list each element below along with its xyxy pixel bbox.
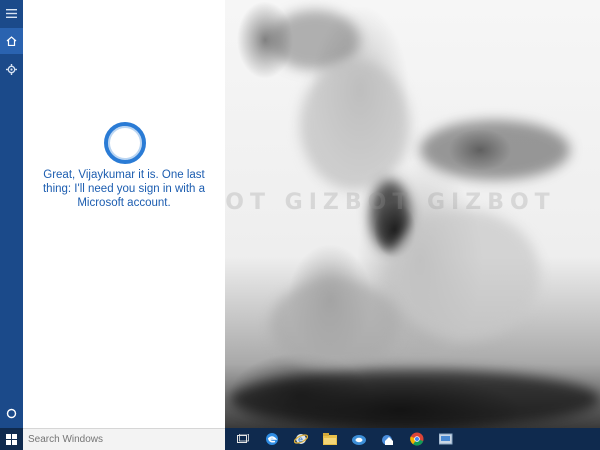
taskbar-search-box[interactable]: [23, 428, 225, 450]
taskbar-pinned-apps: e: [231, 428, 463, 450]
smoke-shape: [270, 280, 400, 370]
file-explorer-icon: [323, 433, 337, 445]
smoke-shape: [230, 370, 600, 428]
internet-explorer-button[interactable]: e: [289, 428, 313, 450]
start-button[interactable]: [0, 428, 23, 450]
cortana-button[interactable]: [0, 400, 23, 426]
settings-button[interactable]: [0, 56, 23, 82]
task-view-icon: [237, 434, 249, 443]
svg-text:e: e: [298, 435, 303, 444]
smoke-shape: [300, 60, 410, 190]
cortana-side-rail: [0, 0, 23, 428]
store-icon: [352, 435, 366, 445]
cortana-panel: Great, Vijaykumar it is. One last thing:…: [23, 0, 225, 428]
edge-button[interactable]: [260, 428, 284, 450]
smoke-shape: [390, 210, 540, 340]
smoke-shape: [420, 120, 570, 180]
mail-button[interactable]: [376, 428, 400, 450]
task-view-button[interactable]: [231, 428, 255, 450]
app-button[interactable]: [434, 428, 458, 450]
settings-gear-icon: [6, 63, 17, 75]
home-button[interactable]: [0, 28, 23, 54]
cortana-circle-icon: [6, 408, 17, 418]
edge-icon: [266, 433, 278, 445]
cortana-message: Great, Vijaykumar it is. One last thing:…: [42, 169, 206, 209]
mail-icon: [381, 434, 393, 445]
internet-explorer-icon: e: [294, 434, 308, 444]
hamburger-menu-button[interactable]: [0, 0, 23, 26]
chrome-button[interactable]: [405, 428, 429, 450]
file-explorer-button[interactable]: [318, 428, 342, 450]
hamburger-menu-icon: [6, 8, 17, 18]
windows-logo-icon: [6, 433, 17, 445]
store-button[interactable]: [347, 428, 371, 450]
chrome-icon: [410, 432, 424, 446]
taskbar: e: [0, 428, 600, 450]
search-input[interactable]: [28, 434, 218, 445]
cortana-logo-icon: [104, 122, 146, 164]
home-icon: [6, 36, 17, 46]
app-icon: [439, 433, 453, 445]
